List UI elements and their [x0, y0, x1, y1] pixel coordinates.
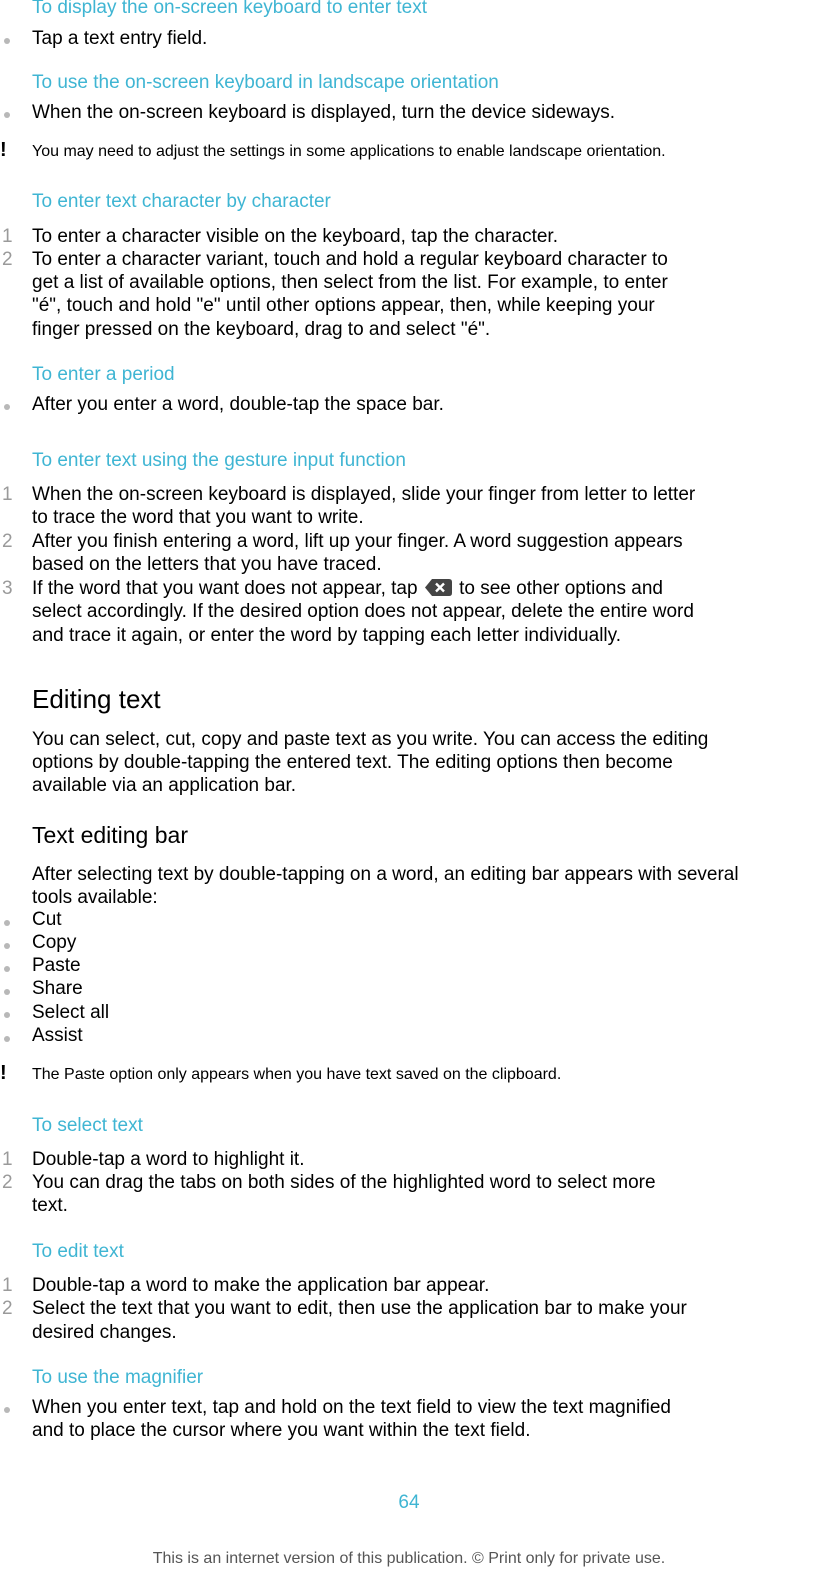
paragraph-line: available via an application bar. [32, 775, 297, 796]
note-text: The Paste option only appears when you h… [32, 1065, 561, 1085]
bullet-icon [4, 1012, 10, 1018]
step-number: 1 [2, 1149, 13, 1170]
bullet-icon [4, 1036, 10, 1042]
warning-icon: ! [0, 139, 7, 161]
note-text-part: The [32, 1066, 60, 1083]
heading-display-keyboard: To display the on-screen keyboard to ent… [32, 0, 428, 18]
step-text: "é", touch and hold "e" until other opti… [32, 295, 655, 316]
list-item: and to place the cursor where you want w… [32, 1420, 531, 1441]
note-emphasis: Paste [64, 1066, 105, 1083]
tool-item-cut: Cut [32, 909, 62, 930]
paragraph-line: options by double-tapping the entered te… [32, 752, 673, 773]
step-number: 2 [2, 249, 13, 270]
step-text: Double-tap a word to make the applicatio… [32, 1275, 490, 1296]
bullet-icon [4, 920, 10, 926]
note-text-part: option only appears when you have text s… [109, 1066, 562, 1083]
bullet-icon [4, 989, 10, 995]
step-text: select accordingly. If the desired optio… [32, 601, 694, 622]
step-text: and trace it again, or enter the word by… [32, 625, 621, 646]
heading-magnifier: To use the magnifier [32, 1367, 204, 1388]
bullet-icon [4, 1407, 10, 1413]
tool-item-assist: Assist [32, 1025, 83, 1046]
step-text: When the on-screen keyboard is displayed… [32, 484, 696, 505]
step-text: finger pressed on the keyboard, drag to … [32, 319, 491, 340]
bullet-icon [4, 966, 10, 972]
step-text: based on the letters that you have trace… [32, 554, 382, 575]
step-number: 3 [2, 578, 13, 599]
paragraph-line: tools available: [32, 887, 158, 908]
step-text: text. [32, 1195, 68, 1216]
page-number: 64 [398, 1492, 420, 1513]
step-text-part: If the word that you want does not appea… [32, 578, 418, 599]
list-item: When the on-screen keyboard is displayed… [32, 102, 615, 123]
tool-item-select-all: Select all [32, 1002, 110, 1023]
bullet-icon [4, 404, 10, 410]
heading-select-text: To select text [32, 1115, 143, 1136]
backspace-icon [424, 579, 452, 596]
paragraph-line: After selecting text by double-tapping o… [32, 864, 739, 885]
tool-item-paste: Paste [32, 955, 81, 976]
step-number: 2 [2, 1298, 13, 1319]
step-text: get a list of available options, then se… [32, 272, 668, 293]
heading-char-by-char: To enter text character by character [32, 191, 331, 212]
step-text: If the word that you want does not appea… [32, 577, 802, 601]
step-text: Select the text that you want to edit, t… [32, 1298, 687, 1319]
step-text: to trace the word that you want to write… [32, 507, 364, 528]
heading-gesture: To enter text using the gesture input fu… [32, 450, 406, 471]
tool-item-share: Share [32, 978, 83, 999]
heading-period: To enter a period [32, 364, 175, 385]
step-number: 2 [2, 1172, 13, 1193]
step-number: 1 [2, 1275, 13, 1296]
list-item: Tap a text entry field. [32, 28, 208, 49]
step-text: You can drag the tabs on both sides of t… [32, 1172, 656, 1193]
step-text: To enter a character variant, touch and … [32, 249, 668, 270]
paragraph-line: You can select, cut, copy and paste text… [32, 729, 709, 750]
step-text: To enter a character visible on the keyb… [32, 226, 558, 247]
note-text: You may need to adjust the settings in s… [32, 143, 666, 160]
tool-item-copy: Copy [32, 932, 77, 953]
heading-edit-text: To edit text [32, 1241, 124, 1262]
step-number: 2 [2, 531, 13, 552]
step-text-part: to see other options and [459, 578, 663, 599]
step-text: After you finish entering a word, lift u… [32, 531, 683, 552]
warning-icon: ! [0, 1062, 7, 1084]
heading-editing-text: Editing text [32, 684, 161, 714]
bullet-icon [4, 112, 10, 118]
list-item: After you enter a word, double-tap the s… [32, 394, 444, 415]
bullet-icon [4, 38, 10, 44]
step-number: 1 [2, 484, 13, 505]
heading-landscape: To use the on-screen keyboard in landsca… [32, 72, 499, 93]
step-text: Double-tap a word to highlight it. [32, 1149, 305, 1170]
step-number: 1 [2, 226, 13, 247]
step-text: desired changes. [32, 1322, 177, 1343]
heading-text-editing-bar: Text editing bar [32, 822, 188, 848]
footer-text: This is an internet version of this publ… [152, 1550, 666, 1567]
bullet-icon [4, 943, 10, 949]
list-item: When you enter text, tap and hold on the… [32, 1397, 671, 1418]
